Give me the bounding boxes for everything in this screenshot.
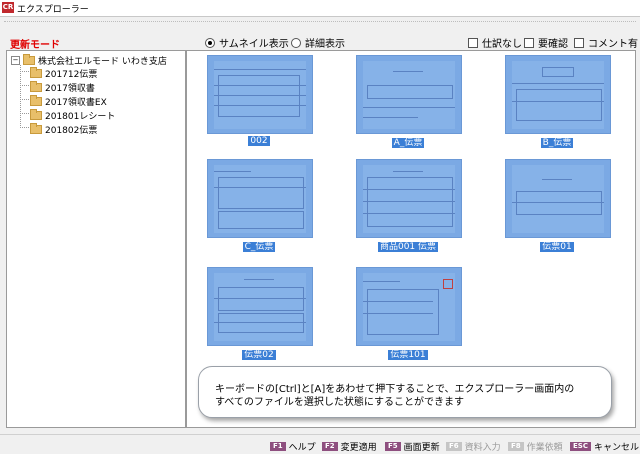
folder-tree[interactable]: − 株式会社エルモード いわき支店 201712伝票 2017領収書 2017領… — [6, 50, 186, 428]
tree-line — [20, 127, 29, 128]
thumbnail-label: B_伝票 — [540, 138, 574, 148]
folder-icon — [30, 95, 42, 106]
thumbnail-view-label: サムネイル表示 — [219, 39, 289, 50]
detail-view-label: 詳細表示 — [305, 39, 345, 50]
folder-icon — [23, 54, 35, 65]
has-comment-checkbox[interactable]: コメント有 — [574, 35, 638, 50]
tip-line-2: すべてのファイルを選択した状態にすることができます — [215, 397, 464, 408]
help-label: ヘルプ — [288, 443, 316, 453]
tree-item-label: 201712伝票 — [45, 70, 98, 80]
document-input-button[interactable]: F6 資料入力 — [446, 440, 501, 453]
thumbnail-label: C_伝票 — [242, 242, 276, 252]
checkbox-icon — [468, 37, 478, 48]
work-request-label: 作業依頼 — [526, 443, 563, 453]
title-bar: CR エクスプローラー — [0, 0, 640, 17]
tip-callout: キーボードの[Ctrl]と[A]をあわせて押下することで、エクスプローラー画面内… — [198, 366, 612, 418]
thumbnail-label: A_伝票 — [391, 138, 425, 148]
folder-icon — [30, 109, 42, 120]
no-journal-checkbox[interactable]: 仕訳なし — [468, 35, 522, 50]
esc-key-icon: ESC — [570, 442, 591, 451]
tree-item[interactable]: 201801レシート — [30, 109, 115, 122]
tree-item-label: 2017領収書EX — [45, 98, 107, 108]
document-input-label: 資料入力 — [464, 443, 501, 453]
apply-changes-button[interactable]: F2 変更適用 — [322, 440, 377, 453]
tree-line — [20, 99, 29, 100]
thumbnail-view-radio[interactable]: サムネイル表示 — [205, 35, 289, 50]
f6-key-icon: F6 — [446, 442, 462, 451]
f5-key-icon: F5 — [385, 442, 401, 451]
document-thumbnail — [356, 159, 462, 238]
has-comment-label: コメント有 — [588, 39, 638, 50]
tree-line — [20, 113, 29, 114]
window-title: エクスプローラー — [17, 5, 89, 15]
thumbnail-label: 002 — [248, 136, 270, 146]
collapse-icon[interactable]: − — [11, 56, 20, 65]
f2-key-icon: F2 — [322, 442, 338, 451]
document-thumbnail — [356, 267, 462, 346]
document-thumbnail — [207, 55, 313, 134]
radio-unselected-icon — [291, 37, 301, 48]
document-thumbnail — [505, 55, 611, 134]
needs-review-checkbox[interactable]: 要確認 — [524, 35, 568, 50]
tree-item-label: 201802伝票 — [45, 126, 98, 136]
tree-line — [20, 65, 21, 128]
mode-label: 更新モード — [10, 40, 60, 51]
thumbnail-label: 伝票02 — [242, 350, 276, 360]
tree-line — [20, 85, 29, 86]
document-thumbnail — [207, 159, 313, 238]
folder-icon — [30, 123, 42, 134]
thumbnail-label: 伝票101 — [388, 350, 428, 360]
checkbox-icon — [574, 37, 584, 48]
tree-root[interactable]: − 株式会社エルモード いわき支店 — [11, 54, 167, 67]
tree-item[interactable]: 2017領収書EX — [30, 95, 107, 108]
cancel-label: キャンセル — [593, 443, 639, 453]
refresh-label: 画面更新 — [403, 443, 440, 453]
document-thumbnail — [207, 267, 313, 346]
app-icon: CR — [2, 2, 14, 13]
folder-icon — [30, 67, 42, 78]
refresh-button[interactable]: F5 画面更新 — [385, 440, 440, 453]
tree-line — [20, 71, 29, 72]
tree-item-label: 201801レシート — [45, 112, 116, 122]
cancel-button[interactable]: ESC キャンセル — [570, 440, 639, 453]
work-request-button[interactable]: F8 作業依頼 — [508, 440, 563, 453]
radio-selected-icon — [205, 37, 215, 48]
tree-item[interactable]: 201802伝票 — [30, 123, 97, 136]
document-thumbnail — [505, 159, 611, 238]
checkbox-icon — [524, 37, 534, 48]
f1-key-icon: F1 — [270, 442, 286, 451]
help-button[interactable]: F1 ヘルプ — [270, 440, 316, 453]
function-key-bar: F1 ヘルプ F2 変更適用 F5 画面更新 F6 資料入力 F8 作業依頼 E… — [0, 434, 640, 454]
thumbnail-label: 伝票01 — [540, 242, 574, 252]
document-thumbnail — [356, 55, 462, 134]
detail-view-radio[interactable]: 詳細表示 — [291, 35, 345, 50]
tree-root-label: 株式会社エルモード いわき支店 — [38, 57, 167, 67]
folder-icon — [30, 81, 42, 92]
needs-review-label: 要確認 — [538, 39, 568, 50]
no-journal-label: 仕訳なし — [482, 39, 522, 50]
f8-key-icon: F8 — [508, 442, 524, 451]
thumbnail-label: 商品001 伝票 — [377, 242, 439, 252]
divider — [4, 21, 636, 22]
tree-item[interactable]: 2017領収書 — [30, 81, 95, 94]
apply-changes-label: 変更適用 — [340, 443, 377, 453]
tree-item-label: 2017領収書 — [45, 84, 95, 94]
tree-item[interactable]: 201712伝票 — [30, 67, 97, 80]
